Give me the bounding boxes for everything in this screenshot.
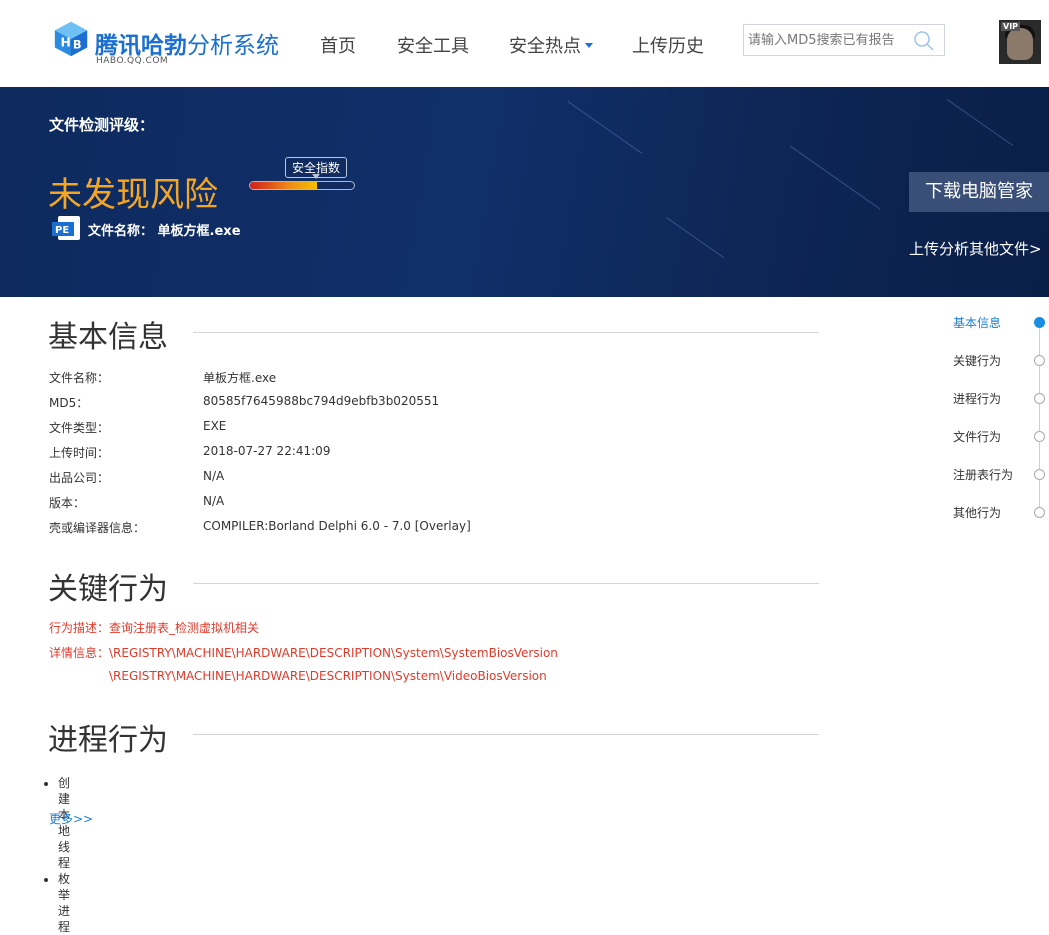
side-nav-dot-icon[interactable] <box>1034 317 1045 328</box>
section-side-nav: 基本信息 关键行为 进程行为 文件行为 注册表行为 其他行为 <box>950 312 1049 522</box>
habo-cube-logo-icon: H B <box>54 21 88 57</box>
detection-banner: 文件检测评级： 未发现风险 安全指数 PE 文件名称： 单板方框.exe 下载电… <box>0 87 1049 297</box>
banner-file-name: 文件名称： 单板方框.exe <box>88 220 241 239</box>
risk-level-text: 未发现风险 <box>48 175 218 215</box>
behavior-desc-value: 查询注册表_检测虚拟机相关 <box>109 621 260 635</box>
banner-decor <box>567 101 643 154</box>
top-header: H B 腾讯哈勃分析系统 HABO.QQ.COM 首页 安全工具 安全热点 上传… <box>0 0 1049 87</box>
banner-file-name-label: 文件名称： <box>88 224 154 239</box>
md5-search-box <box>743 24 945 56</box>
info-value: COMPILER:Borland Delphi 6.0 - 7.0 [Overl… <box>203 519 471 533</box>
basic-info-title: 基本信息 <box>48 320 168 355</box>
side-nav-file-behavior[interactable]: 文件行为 <box>953 428 1001 445</box>
svg-text:B: B <box>73 38 82 52</box>
list-item: 枚举进程 <box>58 871 70 935</box>
behavior-detail-label: 详情信息： <box>49 646 110 660</box>
info-key: 出品公司： <box>49 471 110 485</box>
behavior-description: 行为描述：查询注册表_检测虚拟机相关 <box>49 619 259 636</box>
section-divider <box>193 734 819 735</box>
md5-search-input[interactable] <box>748 29 908 51</box>
side-nav-registry-behavior[interactable]: 注册表行为 <box>953 466 1013 483</box>
banner-decor <box>666 217 724 258</box>
svg-text:PE: PE <box>55 225 69 236</box>
logo-suffix: 分析系统 <box>187 33 279 59</box>
vip-badge: VIP <box>1001 22 1021 31</box>
side-nav-other-behavior[interactable]: 其他行为 <box>953 504 1001 521</box>
behavior-detail-value: \REGISTRY\MACHINE\HARDWARE\DESCRIPTION\S… <box>109 646 558 660</box>
section-divider <box>193 583 819 584</box>
nav-security-hotspots[interactable]: 安全热点 <box>509 32 593 58</box>
rating-label: 文件检测评级： <box>49 116 155 134</box>
info-key: 版本： <box>49 496 86 510</box>
process-behavior-title: 进程行为 <box>48 723 168 758</box>
habo-logo[interactable]: H B 腾讯哈勃分析系统 HABO.QQ.COM <box>50 18 290 70</box>
side-nav-dot-icon[interactable] <box>1034 393 1045 404</box>
info-key: 壳或编译器信息： <box>49 521 146 535</box>
nav-upload-history[interactable]: 上传历史 <box>632 32 704 58</box>
nav-security-tools[interactable]: 安全工具 <box>397 32 469 58</box>
side-nav-dot-icon[interactable] <box>1034 507 1045 518</box>
behavior-desc-label: 行为描述： <box>49 621 110 635</box>
svg-text:H: H <box>61 36 71 50</box>
behavior-detail: \REGISTRY\MACHINE\HARDWARE\DESCRIPTION\S… <box>109 669 547 683</box>
info-value: 单板方框.exe <box>203 371 277 385</box>
info-key: 文件名称： <box>49 371 110 385</box>
side-nav-dot-icon[interactable] <box>1034 355 1045 366</box>
dropdown-arrow-icon <box>585 42 593 48</box>
info-value: 80585f7645988bc794d9ebfb3b020551 <box>203 394 440 408</box>
info-value: N/A <box>203 494 225 508</box>
side-nav-track <box>1039 322 1040 512</box>
safety-index-bar <box>249 181 355 190</box>
info-key: 文件类型： <box>49 421 110 435</box>
side-nav-key-behavior[interactable]: 关键行为 <box>953 352 1001 369</box>
side-nav-dot-icon[interactable] <box>1034 469 1045 480</box>
safety-index-fill <box>250 182 317 189</box>
side-nav-dot-icon[interactable] <box>1034 431 1045 442</box>
logo-title: 腾讯哈勃分析系统 <box>95 26 279 60</box>
info-key: MD5： <box>49 396 89 410</box>
info-value: 2018-07-27 22:41:09 <box>203 444 331 458</box>
nav-home[interactable]: 首页 <box>320 32 356 58</box>
banner-file-name-value: 单板方框.exe <box>157 224 241 239</box>
more-link[interactable]: 更多>> <box>49 810 93 827</box>
download-pc-manager-button[interactable]: 下载电脑管家 <box>909 172 1049 212</box>
section-divider <box>193 332 819 333</box>
pe-file-icon: PE <box>52 216 80 240</box>
banner-decor <box>789 145 881 210</box>
banner-decor <box>946 99 1014 146</box>
search-icon[interactable] <box>912 29 936 53</box>
behavior-detail: 详情信息：\REGISTRY\MACHINE\HARDWARE\DESCRIPT… <box>49 644 558 661</box>
avatar-face <box>1007 28 1033 60</box>
nav-security-hotspots-label: 安全热点 <box>509 36 581 57</box>
side-nav-process-behavior[interactable]: 进程行为 <box>953 390 1001 407</box>
key-behavior-title: 关键行为 <box>48 572 168 607</box>
process-behavior-list: 创建本地线程 枚举进程 <box>58 775 70 935</box>
side-nav-basic-info[interactable]: 基本信息 <box>953 314 1001 331</box>
info-key: 上传时间： <box>49 446 110 460</box>
logo-domain: HABO.QQ.COM <box>96 56 169 66</box>
info-value: EXE <box>203 419 227 433</box>
upload-other-files-link[interactable]: 上传分析其他文件> <box>909 238 1042 259</box>
info-value: N/A <box>203 469 225 483</box>
safety-index-pointer-icon <box>312 174 320 179</box>
user-avatar[interactable]: VIP <box>999 20 1041 64</box>
